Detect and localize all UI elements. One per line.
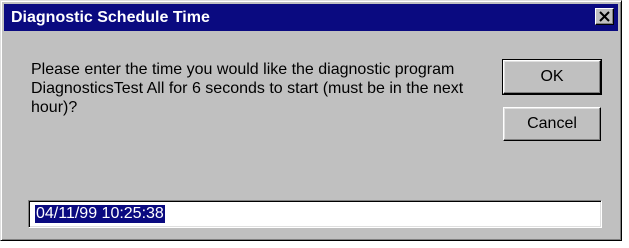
close-icon: [599, 11, 610, 22]
time-input-value: 04/11/99 10:25:38: [35, 205, 165, 223]
close-button[interactable]: [595, 8, 614, 25]
ok-button[interactable]: OK: [502, 59, 602, 95]
dialog-message: Please enter the time you would like the…: [31, 61, 464, 116]
dialog-title: Diagnostic Schedule Time: [11, 9, 210, 26]
time-input[interactable]: 04/11/99 10:25:38: [28, 200, 602, 228]
cancel-button[interactable]: Cancel: [503, 107, 601, 141]
title-bar[interactable]: Diagnostic Schedule Time: [4, 4, 618, 31]
diagnostic-schedule-dialog: Diagnostic Schedule Time Please enter th…: [0, 0, 622, 241]
